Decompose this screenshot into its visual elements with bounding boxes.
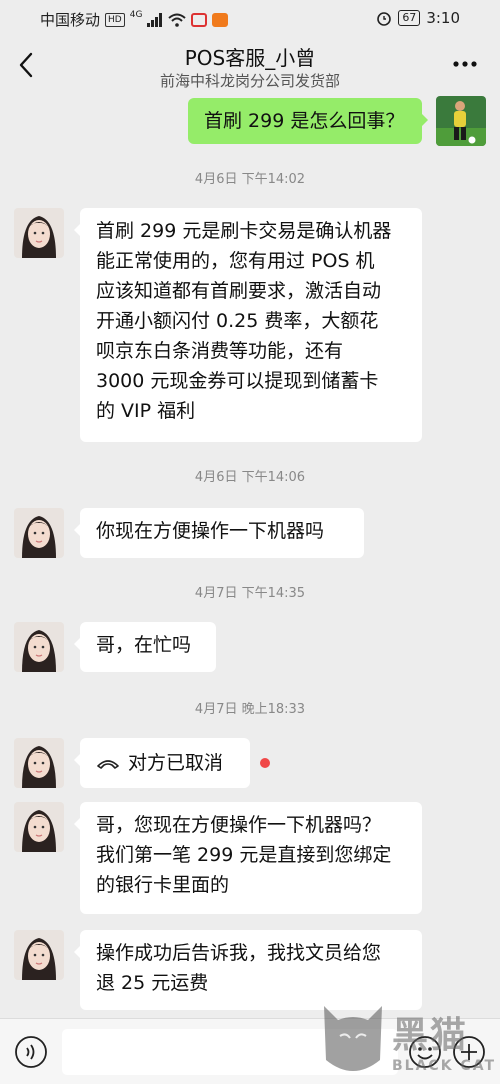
my-message-bubble[interactable]: 首刷 299 是怎么回事？ (188, 98, 428, 144)
contact-avatar[interactable] (14, 208, 64, 258)
notification-app-icon (191, 12, 208, 27)
timestamp: 4月7日 晚上18:33 (194, 702, 306, 717)
contact-message-bubble[interactable]: 哥，在忙吗 (74, 622, 216, 672)
message-line: 的银行卡里面的 (96, 874, 230, 896)
hd-badge: HD (105, 12, 125, 27)
contact-avatar-image (14, 738, 64, 788)
contact-avatar-image (14, 508, 64, 558)
alarm-icon (377, 12, 392, 26)
battery-indicator: 67 (398, 10, 421, 26)
contact-avatar-image (14, 622, 64, 672)
my-avatar[interactable] (436, 96, 486, 146)
cat-logo-icon (324, 1006, 382, 1071)
message-line: 开通小额闪付 0.25 费率，大额花 (96, 310, 379, 332)
contact-message-bubble[interactable]: 哥，您现在方便操作一下机器吗？ 我们第一笔 299 元是直接到您绑定 的银行卡里… (74, 802, 422, 914)
more-options-icon[interactable] (450, 54, 480, 74)
contact-avatar[interactable] (14, 508, 64, 558)
status-left: 中国移动 HD 4G (40, 9, 229, 30)
message-line: 首刷 299 元是刷卡交易是确认机器 (96, 220, 392, 242)
message-line: 哥，您现在方便操作一下机器吗？ (96, 814, 382, 836)
my-avatar-image (436, 96, 486, 146)
timestamp: 4月7日 下午14:35 (194, 586, 306, 601)
signal-icon (147, 12, 163, 27)
status-bar: 中国移动 HD 4G 67 3:10 (0, 0, 500, 36)
wifi-icon (168, 13, 187, 27)
status-right: 67 3:10 (376, 9, 460, 27)
contact-avatar[interactable] (14, 930, 64, 980)
contact-avatar[interactable] (14, 738, 64, 788)
contact-message-bubble[interactable]: 你现在方便操作一下机器吗 (74, 508, 364, 558)
message-text: 对方已取消 (128, 752, 224, 774)
chat-header: POS客服_小曾 前海中科龙岗分公司发货部 (0, 36, 500, 96)
watermark-subtext: BLACK CAT (392, 1058, 496, 1074)
call-record-bubble[interactable]: 对方已取消 (74, 738, 250, 788)
contact-avatar-image (14, 208, 64, 258)
contact-avatar[interactable] (14, 802, 64, 852)
chat-title: POS客服_小曾 (184, 46, 316, 70)
carrier-label: 中国移动 (40, 11, 101, 29)
clock: 3:10 (426, 9, 460, 27)
message-text: 你现在方便操作一下机器吗 (96, 520, 325, 542)
message-text: 首刷 299 是怎么回事？ (204, 110, 405, 132)
message-line: 操作成功后告诉我，我找文员给您 (96, 942, 382, 964)
message-line: 3000 元现金券可以提现到储蓄卡 (96, 370, 379, 392)
timestamp: 4月6日 下午14:06 (194, 470, 306, 485)
message-line: 的 VIP 福利 (96, 400, 196, 422)
contact-avatar-image (14, 930, 64, 980)
notification-app-icon-2 (212, 12, 229, 27)
watermark-text: 黑猫 (392, 1015, 469, 1056)
contact-avatar[interactable] (14, 622, 64, 672)
network-label: 4G (129, 9, 143, 20)
message-line: 退 25 元运费 (96, 972, 209, 994)
chat-subtitle: 前海中科龙岗分公司发货部 (159, 72, 340, 90)
black-cat-watermark: 黑猫 BLACK CAT (318, 998, 500, 1084)
message-line: 能正常使用的，您有用过 POS 机 (96, 250, 375, 272)
phone-hangup-icon (97, 760, 119, 769)
contact-avatar-image (14, 802, 64, 852)
voice-input-icon[interactable] (14, 1035, 48, 1069)
timestamp: 4月6日 下午14:02 (194, 172, 306, 187)
message-line: 我们第一笔 299 元是直接到您绑定 (96, 844, 392, 866)
contact-message-bubble[interactable]: 首刷 299 元是刷卡交易是确认机器 能正常使用的，您有用过 POS 机 应该知… (74, 208, 422, 442)
unread-indicator (260, 758, 270, 768)
message-text: 哥，在忙吗 (96, 634, 192, 656)
message-line: 应该知道都有首刷要求，激活自动 (96, 280, 382, 302)
message-line: 呗京东白条消费等功能，还有 (96, 340, 344, 362)
